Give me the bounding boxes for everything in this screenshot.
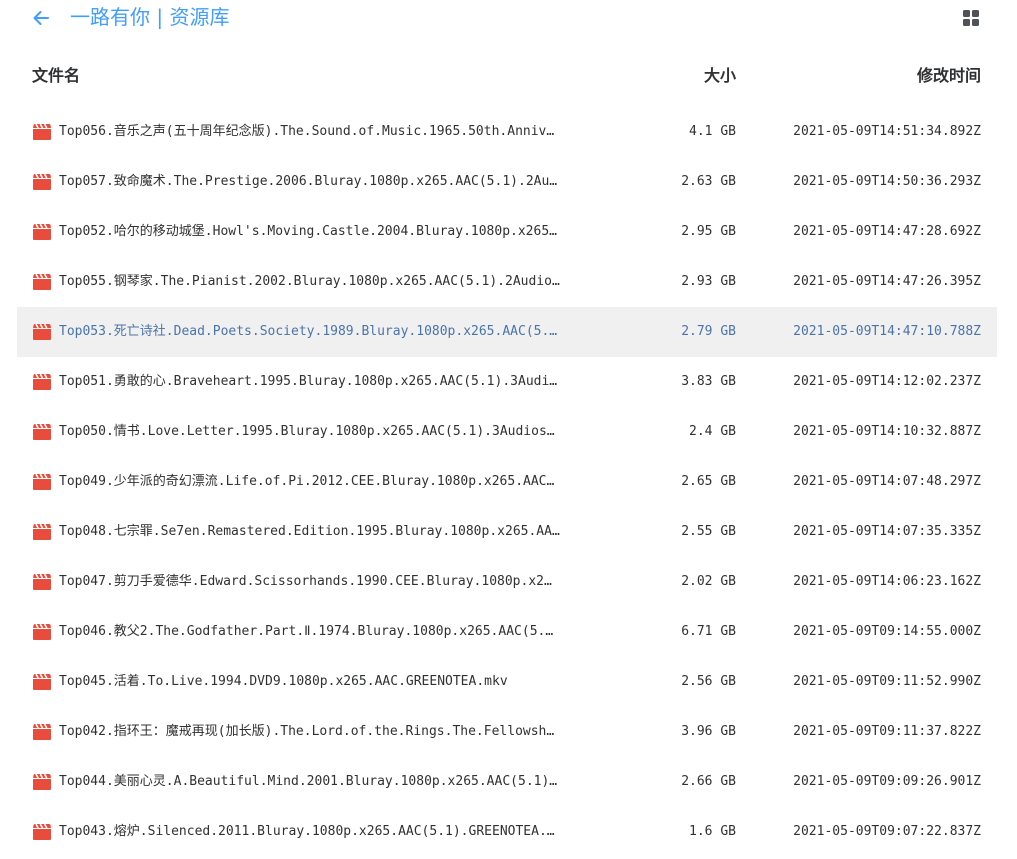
file-name[interactable]: Top044.美丽心灵.A.Beautiful.Mind.2001.Bluray… [59,757,574,807]
file-size: 1.6 GB [689,824,736,839]
file-modified-time: 2021-05-09T09:14:55.000Z [793,624,981,639]
video-file-icon [32,273,52,291]
file-size: 2.4 GB [689,424,736,439]
file-name[interactable]: Top051.勇敢的心.Braveheart.1995.Bluray.1080p… [59,357,574,407]
file-size: 2.02 GB [681,574,736,589]
video-file-icon [32,123,52,141]
video-file-icon [32,423,52,441]
file-modified-time: 2021-05-09T14:47:28.692Z [793,224,981,239]
file-row[interactable]: Top050.情书.Love.Letter.1995.Bluray.1080p.… [17,407,997,457]
file-size: 2.65 GB [681,474,736,489]
file-size: 2.63 GB [681,174,736,189]
file-row[interactable]: Top051.勇敢的心.Braveheart.1995.Bluray.1080p… [17,357,997,407]
grid-view-button[interactable] [963,10,979,26]
file-name[interactable]: Top053.死亡诗社.Dead.Poets.Society.1989.Blur… [59,307,574,357]
file-size: 4.1 GB [689,124,736,139]
file-size: 2.66 GB [681,774,736,789]
video-file-icon [32,323,52,341]
file-name[interactable]: Top043.熔炉.Silenced.2011.Bluray.1080p.x26… [59,807,574,857]
column-header-size[interactable]: 大小 [704,65,736,87]
file-row[interactable]: Top046.教父2.The.Godfather.Part.Ⅱ.1974.Blu… [17,607,997,657]
file-name[interactable]: Top056.音乐之声(五十周年纪念版).The.Sound.of.Music.… [59,107,574,157]
file-row[interactable]: Top045.活着.To.Live.1994.DVD9.1080p.x265.A… [17,657,997,707]
file-name[interactable]: Top055.钢琴家.The.Pianist.2002.Bluray.1080p… [59,257,574,307]
file-modified-time: 2021-05-09T14:07:48.297Z [793,474,981,489]
column-header-modified[interactable]: 修改时间 [917,65,981,87]
file-row[interactable]: Top057.致命魔术.The.Prestige.2006.Bluray.108… [17,157,997,207]
file-row[interactable]: Top044.美丽心灵.A.Beautiful.Mind.2001.Bluray… [17,757,997,807]
file-size: 2.56 GB [681,674,736,689]
top-bar: 一路有你 | 资源库 [0,0,1017,40]
file-size: 2.95 GB [681,224,736,239]
video-file-icon [32,673,52,691]
file-modified-time: 2021-05-09T14:12:02.237Z [793,374,981,389]
file-name[interactable]: Top050.情书.Love.Letter.1995.Bluray.1080p.… [59,407,574,457]
file-size: 3.96 GB [681,724,736,739]
file-name[interactable]: Top048.七宗罪.Se7en.Remastered.Edition.1995… [59,507,574,557]
file-list: Top056.音乐之声(五十周年纪念版).The.Sound.of.Music.… [17,107,997,857]
video-file-icon [32,223,52,241]
file-modified-time: 2021-05-09T09:11:37.822Z [793,724,981,739]
file-name[interactable]: Top042.指环王：魔戒再现(加长版).The.Lord.of.the.Rin… [59,707,574,757]
file-row[interactable]: Top043.熔炉.Silenced.2011.Bluray.1080p.x26… [17,807,997,857]
column-header-name[interactable]: 文件名 [32,65,80,87]
file-row[interactable]: Top056.音乐之声(五十周年纪念版).The.Sound.of.Music.… [17,107,997,157]
file-name[interactable]: Top045.活着.To.Live.1994.DVD9.1080p.x265.A… [59,657,574,707]
file-row[interactable]: Top053.死亡诗社.Dead.Poets.Society.1989.Blur… [17,307,997,357]
page-title: 一路有你 | 资源库 [70,5,230,29]
file-size: 2.55 GB [681,524,736,539]
file-row[interactable]: Top047.剪刀手爱德华.Edward.Scissorhands.1990.C… [17,557,997,607]
video-file-icon [32,623,52,641]
video-file-icon [32,723,52,741]
file-modified-time: 2021-05-09T09:11:52.990Z [793,674,981,689]
file-modified-time: 2021-05-09T14:47:26.395Z [793,274,981,289]
file-modified-time: 2021-05-09T14:50:36.293Z [793,174,981,189]
file-modified-time: 2021-05-09T14:47:10.788Z [793,324,981,339]
file-name[interactable]: Top047.剪刀手爱德华.Edward.Scissorhands.1990.C… [59,557,574,607]
video-file-icon [32,473,52,491]
file-name[interactable]: Top052.哈尔的移动城堡.Howl's.Moving.Castle.2004… [59,207,574,257]
video-file-icon [32,373,52,391]
video-file-icon [32,573,52,591]
video-file-icon [32,823,52,841]
back-button[interactable] [31,8,51,28]
file-size: 2.93 GB [681,274,736,289]
file-name[interactable]: Top049.少年派的奇幻漂流.Life.of.Pi.2012.CEE.Blur… [59,457,574,507]
file-size: 2.79 GB [681,324,736,339]
file-modified-time: 2021-05-09T09:09:26.901Z [793,774,981,789]
file-size: 3.83 GB [681,374,736,389]
file-row[interactable]: Top055.钢琴家.The.Pianist.2002.Bluray.1080p… [17,257,997,307]
file-row[interactable]: Top048.七宗罪.Se7en.Remastered.Edition.1995… [17,507,997,557]
file-row[interactable]: Top042.指环王：魔戒再现(加长版).The.Lord.of.the.Rin… [17,707,997,757]
video-file-icon [32,773,52,791]
file-modified-time: 2021-05-09T14:51:34.892Z [793,124,981,139]
file-modified-time: 2021-05-09T09:07:22.837Z [793,824,981,839]
file-size: 6.71 GB [681,624,736,639]
file-modified-time: 2021-05-09T14:07:35.335Z [793,524,981,539]
video-file-icon [32,173,52,191]
file-row[interactable]: Top052.哈尔的移动城堡.Howl's.Moving.Castle.2004… [17,207,997,257]
file-modified-time: 2021-05-09T14:10:32.887Z [793,424,981,439]
file-name[interactable]: Top046.教父2.The.Godfather.Part.Ⅱ.1974.Blu… [59,607,574,657]
file-modified-time: 2021-05-09T14:06:23.162Z [793,574,981,589]
file-row[interactable]: Top049.少年派的奇幻漂流.Life.of.Pi.2012.CEE.Blur… [17,457,997,507]
arrow-left-icon [33,11,49,25]
video-file-icon [32,523,52,541]
file-name[interactable]: Top057.致命魔术.The.Prestige.2006.Bluray.108… [59,157,574,207]
